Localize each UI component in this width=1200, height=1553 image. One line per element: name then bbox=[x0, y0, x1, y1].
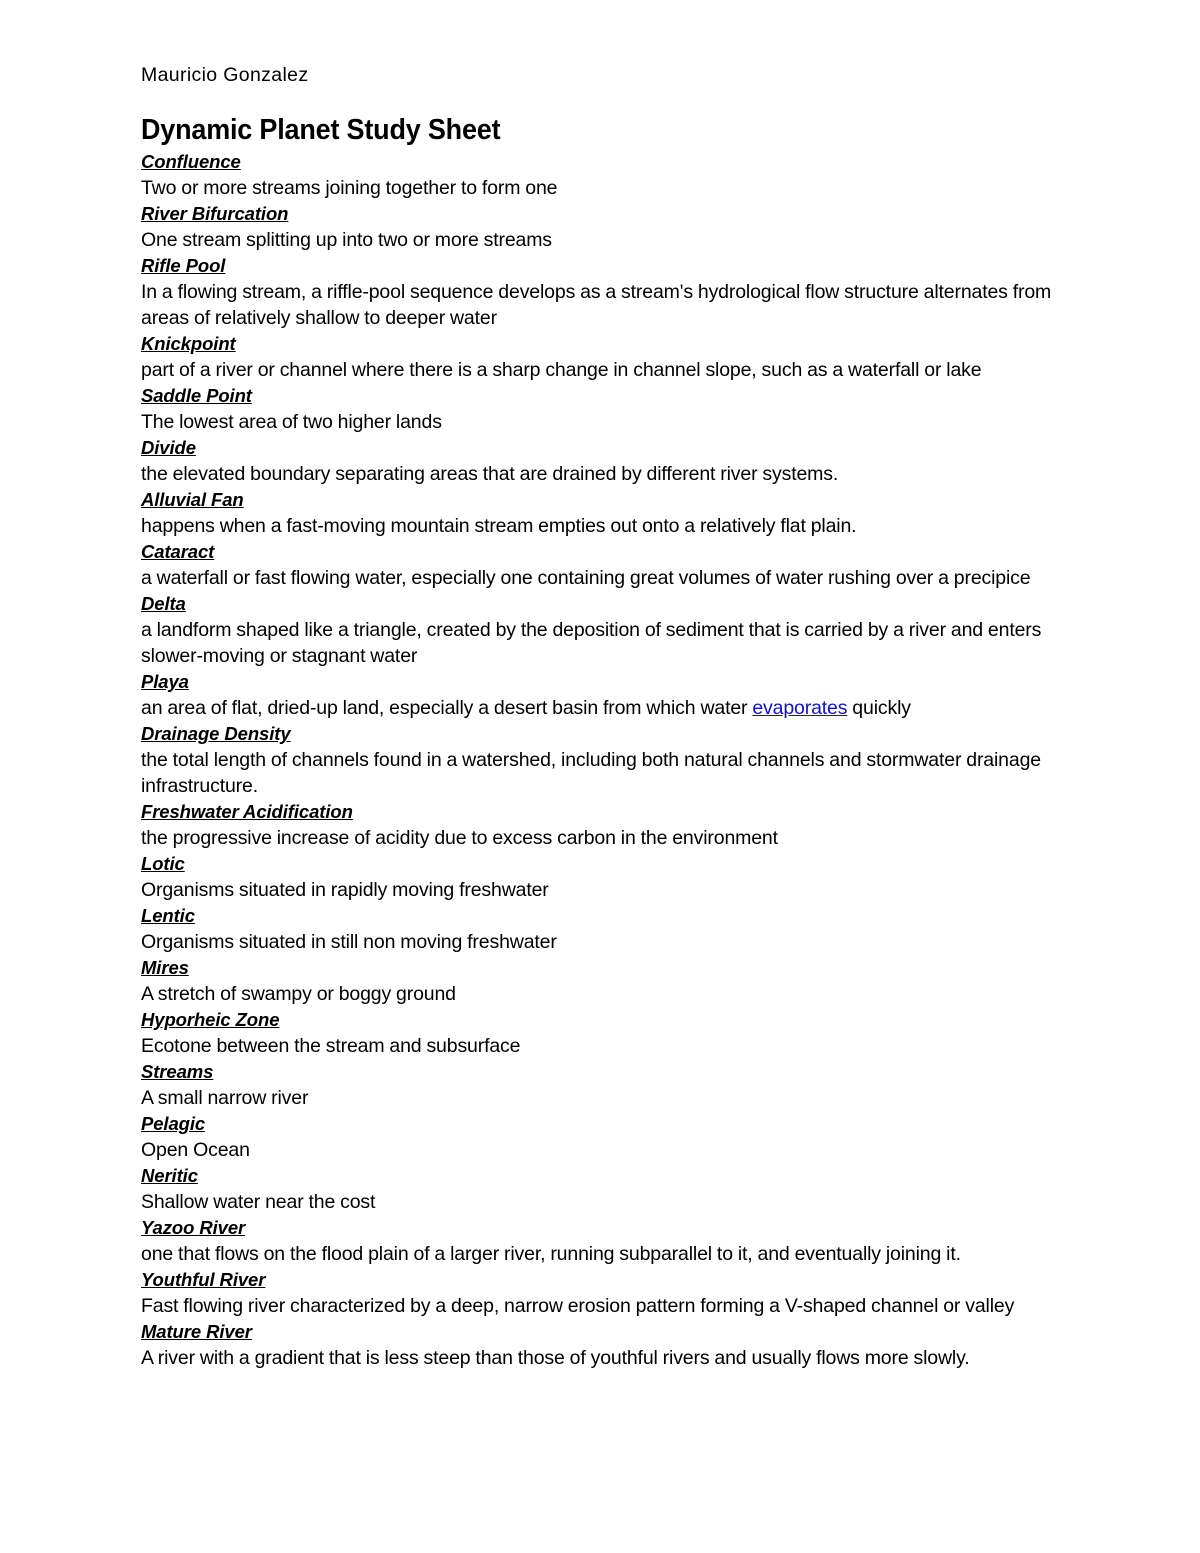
glossary-definition: Organisms situated in still non moving f… bbox=[141, 931, 557, 953]
glossary-term: Yazoo River bbox=[141, 1217, 246, 1238]
definition-text-after-link: quickly bbox=[847, 697, 911, 719]
glossary-term: Divide bbox=[141, 437, 196, 458]
glossary-entry: Delta a landform shaped like a triangle, … bbox=[141, 591, 1065, 669]
glossary-definition: the elevated boundary separating areas t… bbox=[141, 463, 839, 485]
glossary-term: Youthful River bbox=[141, 1269, 266, 1290]
glossary-definition: Ecotone between the stream and subsurfac… bbox=[141, 1035, 521, 1057]
glossary-entry: Alluvial Fan happens when a fast-moving m… bbox=[141, 487, 1065, 539]
glossary-term: Mature River bbox=[141, 1321, 252, 1342]
glossary-entry: Lentic Organisms situated in still non mo… bbox=[141, 903, 1065, 955]
glossary-term: Mires bbox=[141, 957, 189, 978]
glossary-definition: a landform shaped like a triangle, creat… bbox=[141, 619, 1042, 667]
glossary-entry: Divide the elevated boundary separating a… bbox=[141, 435, 1065, 487]
glossary-term: Neritic bbox=[141, 1165, 198, 1186]
glossary-definition: a waterfall or fast flowing water, espec… bbox=[141, 567, 1031, 589]
author-name: Mauricio Gonzalez bbox=[141, 64, 309, 86]
glossary-definition: the total length of channels found in a … bbox=[141, 749, 1041, 797]
glossary-term: Hyporheic Zone bbox=[141, 1009, 280, 1030]
glossary-definition: Two or more streams joining together to … bbox=[141, 177, 558, 199]
glossary-term: Pelagic bbox=[141, 1113, 206, 1134]
glossary-entry: Rifle Pool In a flowing stream, a riffle-… bbox=[141, 253, 1065, 331]
glossary-definition: happens when a fast-moving mountain stre… bbox=[141, 515, 857, 537]
glossary-definition: A small narrow river bbox=[141, 1087, 309, 1109]
glossary-entry: Lotic Organisms situated in rapidly movin… bbox=[141, 851, 1065, 903]
glossary-entry: Streams A small narrow river bbox=[141, 1059, 1065, 1111]
document-page: Mauricio Gonzalez Dynamic Planet Study S… bbox=[0, 0, 1200, 1553]
glossary-entry: Neritic Shallow water near the cost bbox=[141, 1163, 1065, 1215]
glossary-definition: The lowest area of two higher lands bbox=[141, 411, 442, 433]
glossary-definition: A river with a gradient that is less ste… bbox=[141, 1347, 970, 1369]
document-body: Mauricio Gonzalez Dynamic Planet Study S… bbox=[141, 62, 1065, 1371]
glossary-entry: Hyporheic Zone Ecotone between the stream… bbox=[141, 1007, 1065, 1059]
glossary-entry: Cataract a waterfall or fast flowing wate… bbox=[141, 539, 1065, 591]
glossary-term: River Bifurcation bbox=[141, 203, 289, 224]
glossary-definition: one that flows on the flood plain of a l… bbox=[141, 1243, 961, 1265]
glossary-entry: Drainage Density the total length of chan… bbox=[141, 721, 1065, 799]
glossary-term: Confluence bbox=[141, 151, 241, 172]
glossary-entry: River Bifurcation One stream splitting up… bbox=[141, 201, 1065, 253]
glossary-definition: One stream splitting up into two or more… bbox=[141, 229, 552, 251]
glossary-definition: In a flowing stream, a riffle-pool seque… bbox=[141, 281, 1052, 329]
glossary-term: Playa bbox=[141, 671, 189, 692]
glossary-definition: an area of flat, dried-up land, especial… bbox=[141, 695, 1065, 721]
glossary-definition: Open Ocean bbox=[141, 1139, 250, 1161]
glossary-definition: A stretch of swampy or boggy ground bbox=[141, 983, 456, 1005]
glossary-definition: Fast flowing river characterized by a de… bbox=[141, 1295, 1015, 1317]
glossary-term: Drainage Density bbox=[141, 723, 291, 744]
glossary-term: Saddle Point bbox=[141, 385, 252, 406]
evaporates-hyperlink[interactable]: evaporates bbox=[752, 697, 847, 719]
glossary-term: Cataract bbox=[141, 541, 215, 562]
glossary-definition: part of a river or channel where there i… bbox=[141, 359, 982, 381]
glossary-term: Rifle Pool bbox=[141, 255, 226, 276]
glossary-definition: Shallow water near the cost bbox=[141, 1191, 376, 1213]
glossary-definition: the progressive increase of acidity due … bbox=[141, 827, 778, 849]
glossary-entry: Pelagic Open Ocean bbox=[141, 1111, 1065, 1163]
glossary-entry: Mature River A river with a gradient that… bbox=[141, 1319, 1065, 1371]
glossary-term: Knickpoint bbox=[141, 333, 236, 354]
glossary-term: Freshwater Acidification bbox=[141, 801, 353, 822]
glossary-entry: Youthful River Fast flowing river charact… bbox=[141, 1267, 1065, 1319]
glossary-term: Alluvial Fan bbox=[141, 489, 244, 510]
glossary-term: Lotic bbox=[141, 853, 185, 874]
glossary-entry: Saddle Point The lowest area of two highe… bbox=[141, 383, 1065, 435]
glossary-entry: Knickpoint part of a river or channel whe… bbox=[141, 331, 1065, 383]
glossary-term: Lentic bbox=[141, 905, 195, 926]
definition-text-before-link: an area of flat, dried-up land, especial… bbox=[141, 697, 753, 719]
glossary-entry: Freshwater Acidification the progressive … bbox=[141, 799, 1065, 851]
glossary-term: Streams bbox=[141, 1061, 214, 1082]
glossary-entry: Playa an area of flat, dried-up land, esp… bbox=[141, 669, 1065, 721]
glossary-entry: Yazoo River one that flows on the flood p… bbox=[141, 1215, 1065, 1267]
glossary-term: Delta bbox=[141, 593, 186, 614]
page-title: Dynamic Planet Study Sheet bbox=[141, 114, 501, 146]
glossary-entry: Mires A stretch of swampy or boggy ground bbox=[141, 955, 1065, 1007]
glossary-list: Confluence Two or more streams joining to… bbox=[141, 149, 1065, 1371]
glossary-definition: Organisms situated in rapidly moving fre… bbox=[141, 879, 549, 901]
glossary-entry: Confluence Two or more streams joining to… bbox=[141, 149, 1065, 201]
